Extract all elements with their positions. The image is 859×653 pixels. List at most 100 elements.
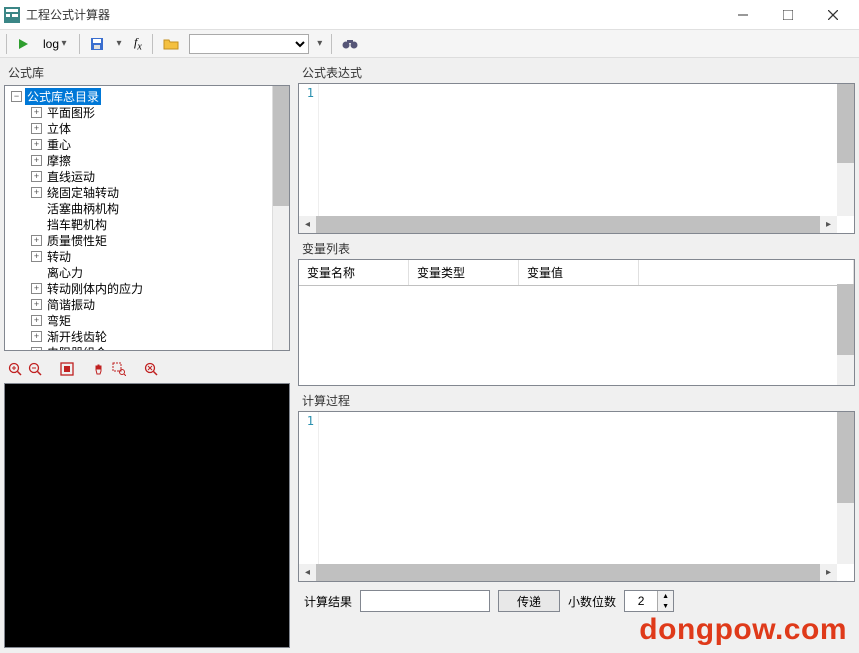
editor-vscrollbar[interactable] bbox=[837, 84, 854, 216]
editor-textarea[interactable] bbox=[319, 412, 854, 564]
col-var-type[interactable]: 变量类型 bbox=[409, 260, 519, 285]
transfer-button[interactable]: 传递 bbox=[498, 590, 560, 612]
col-var-name[interactable]: 变量名称 bbox=[299, 260, 409, 285]
collapse-icon[interactable]: − bbox=[11, 91, 22, 102]
tree-item[interactable]: +立体 bbox=[7, 120, 287, 136]
expand-icon[interactable]: + bbox=[31, 283, 42, 294]
process-editor[interactable]: 1 bbox=[299, 412, 854, 564]
scroll-left-icon[interactable]: ◂ bbox=[299, 564, 316, 581]
formula-tree[interactable]: −公式库总目录+平面图形+立体+重心+摩擦+直线运动+绕固定轴转动活塞曲柄机构挡… bbox=[5, 86, 289, 350]
tree-node-label[interactable]: 质量惯性矩 bbox=[45, 232, 109, 249]
chevron-down-icon[interactable]: ▾ bbox=[114, 38, 124, 49]
result-input[interactable] bbox=[360, 590, 490, 612]
expand-icon[interactable]: + bbox=[31, 187, 42, 198]
tree-node-label[interactable]: 重心 bbox=[45, 136, 73, 153]
scrollbar-thumb[interactable] bbox=[837, 284, 854, 355]
tree-item[interactable]: +绕固定轴转动 bbox=[7, 184, 287, 200]
tree-node-label[interactable]: 弯矩 bbox=[45, 312, 73, 329]
col-var-value[interactable]: 变量值 bbox=[519, 260, 639, 285]
tree-node-label[interactable]: 转动 bbox=[45, 248, 73, 265]
tree-node-label[interactable]: 公式库总目录 bbox=[25, 88, 101, 105]
save-button[interactable] bbox=[86, 33, 108, 55]
tree-node-label[interactable]: 绕固定轴转动 bbox=[45, 184, 121, 201]
tree-node-label[interactable]: 电阻器组合 bbox=[45, 344, 109, 350]
folder-combo[interactable] bbox=[189, 34, 309, 54]
zoom-out-button[interactable] bbox=[28, 362, 42, 376]
line-gutter: 1 bbox=[299, 84, 319, 216]
expand-icon[interactable]: + bbox=[31, 235, 42, 246]
tree-item[interactable]: +弯矩 bbox=[7, 312, 287, 328]
tree-item[interactable]: +质量惯性矩 bbox=[7, 232, 287, 248]
maximize-button[interactable] bbox=[765, 1, 810, 29]
scrollbar-thumb[interactable] bbox=[837, 84, 854, 163]
process-vscrollbar[interactable] bbox=[837, 412, 854, 564]
scrollbar-thumb[interactable] bbox=[273, 86, 289, 206]
tree-node-label[interactable]: 离心力 bbox=[45, 264, 85, 281]
tree-item[interactable]: 挡车靶机构 bbox=[7, 216, 287, 232]
scroll-right-icon[interactable]: ▸ bbox=[820, 564, 837, 581]
tree-item[interactable]: 离心力 bbox=[7, 264, 287, 280]
pan-button[interactable] bbox=[92, 362, 106, 376]
editor-hscrollbar[interactable]: ◂ ▸ bbox=[299, 216, 837, 233]
scrollbar-thumb[interactable] bbox=[316, 564, 820, 581]
tree-item[interactable]: +电阻器组合 bbox=[7, 344, 287, 350]
tree-item[interactable]: 活塞曲柄机构 bbox=[7, 200, 287, 216]
function-button[interactable]: fx bbox=[130, 33, 146, 55]
tree-item[interactable]: +简谐振动 bbox=[7, 296, 287, 312]
zoom-in-button[interactable] bbox=[8, 362, 22, 376]
tree-node-label[interactable]: 简谐振动 bbox=[45, 296, 97, 313]
varlist-vscrollbar[interactable] bbox=[837, 284, 854, 385]
tree-item[interactable]: +重心 bbox=[7, 136, 287, 152]
expand-icon[interactable]: + bbox=[31, 171, 42, 182]
preview-canvas[interactable] bbox=[4, 383, 290, 649]
tree-node-label[interactable]: 转动刚体内的应力 bbox=[45, 280, 145, 297]
expand-icon[interactable]: + bbox=[31, 123, 42, 134]
expression-editor[interactable]: 1 bbox=[299, 84, 854, 216]
tree-node-label[interactable]: 立体 bbox=[45, 120, 73, 137]
tree-node-label[interactable]: 平面图形 bbox=[45, 104, 97, 121]
expand-icon[interactable]: + bbox=[31, 155, 42, 166]
expand-icon[interactable]: + bbox=[31, 331, 42, 342]
find-button[interactable] bbox=[338, 33, 362, 55]
expand-icon[interactable]: + bbox=[31, 347, 42, 350]
tree-scrollbar[interactable] bbox=[272, 86, 289, 350]
tree-item[interactable]: +摩擦 bbox=[7, 152, 287, 168]
scrollbar-track[interactable] bbox=[316, 564, 820, 581]
scroll-left-icon[interactable]: ◂ bbox=[299, 216, 316, 233]
tree-item[interactable]: +直线运动 bbox=[7, 168, 287, 184]
expand-icon[interactable]: + bbox=[31, 139, 42, 150]
expand-icon[interactable]: + bbox=[31, 107, 42, 118]
editor-textarea[interactable] bbox=[319, 84, 854, 216]
fit-button[interactable] bbox=[60, 362, 74, 376]
scrollbar-track[interactable] bbox=[316, 216, 820, 233]
spinner-up-button[interactable]: ▲ bbox=[658, 591, 673, 601]
process-hscrollbar[interactable]: ◂ ▸ bbox=[299, 564, 837, 581]
expand-icon[interactable]: + bbox=[31, 299, 42, 310]
tree-node-label[interactable]: 摩擦 bbox=[45, 152, 73, 169]
log-dropdown[interactable]: log ▾ bbox=[39, 33, 73, 55]
chevron-down-icon[interactable]: ▾ bbox=[315, 38, 325, 49]
zoom-reset-button[interactable] bbox=[144, 362, 158, 376]
scrollbar-thumb[interactable] bbox=[837, 412, 854, 503]
tree-node-label[interactable]: 挡车靶机构 bbox=[45, 216, 109, 233]
scroll-right-icon[interactable]: ▸ bbox=[820, 216, 837, 233]
close-button[interactable] bbox=[810, 1, 855, 29]
scrollbar-thumb[interactable] bbox=[316, 216, 820, 233]
tree-item[interactable]: +转动刚体内的应力 bbox=[7, 280, 287, 296]
tree-item[interactable]: +转动 bbox=[7, 248, 287, 264]
zoom-region-button[interactable] bbox=[112, 362, 126, 376]
tree-item[interactable]: +渐开线齿轮 bbox=[7, 328, 287, 344]
minimize-button[interactable] bbox=[720, 1, 765, 29]
open-folder-button[interactable] bbox=[159, 33, 183, 55]
decimals-spinner[interactable]: 2 ▲ ▼ bbox=[624, 590, 674, 612]
expand-icon[interactable]: + bbox=[31, 315, 42, 326]
tree-item[interactable]: +平面图形 bbox=[7, 104, 287, 120]
tree-node-label[interactable]: 渐开线齿轮 bbox=[45, 328, 109, 345]
run-button[interactable] bbox=[13, 33, 33, 55]
spinner-down-button[interactable]: ▼ bbox=[658, 601, 673, 611]
expand-icon[interactable]: + bbox=[31, 251, 42, 262]
tree-node-label[interactable]: 直线运动 bbox=[45, 168, 97, 185]
variable-table-body[interactable] bbox=[299, 286, 854, 385]
tree-node-label[interactable]: 活塞曲柄机构 bbox=[45, 200, 121, 217]
tree-root-item[interactable]: −公式库总目录 bbox=[7, 88, 287, 104]
